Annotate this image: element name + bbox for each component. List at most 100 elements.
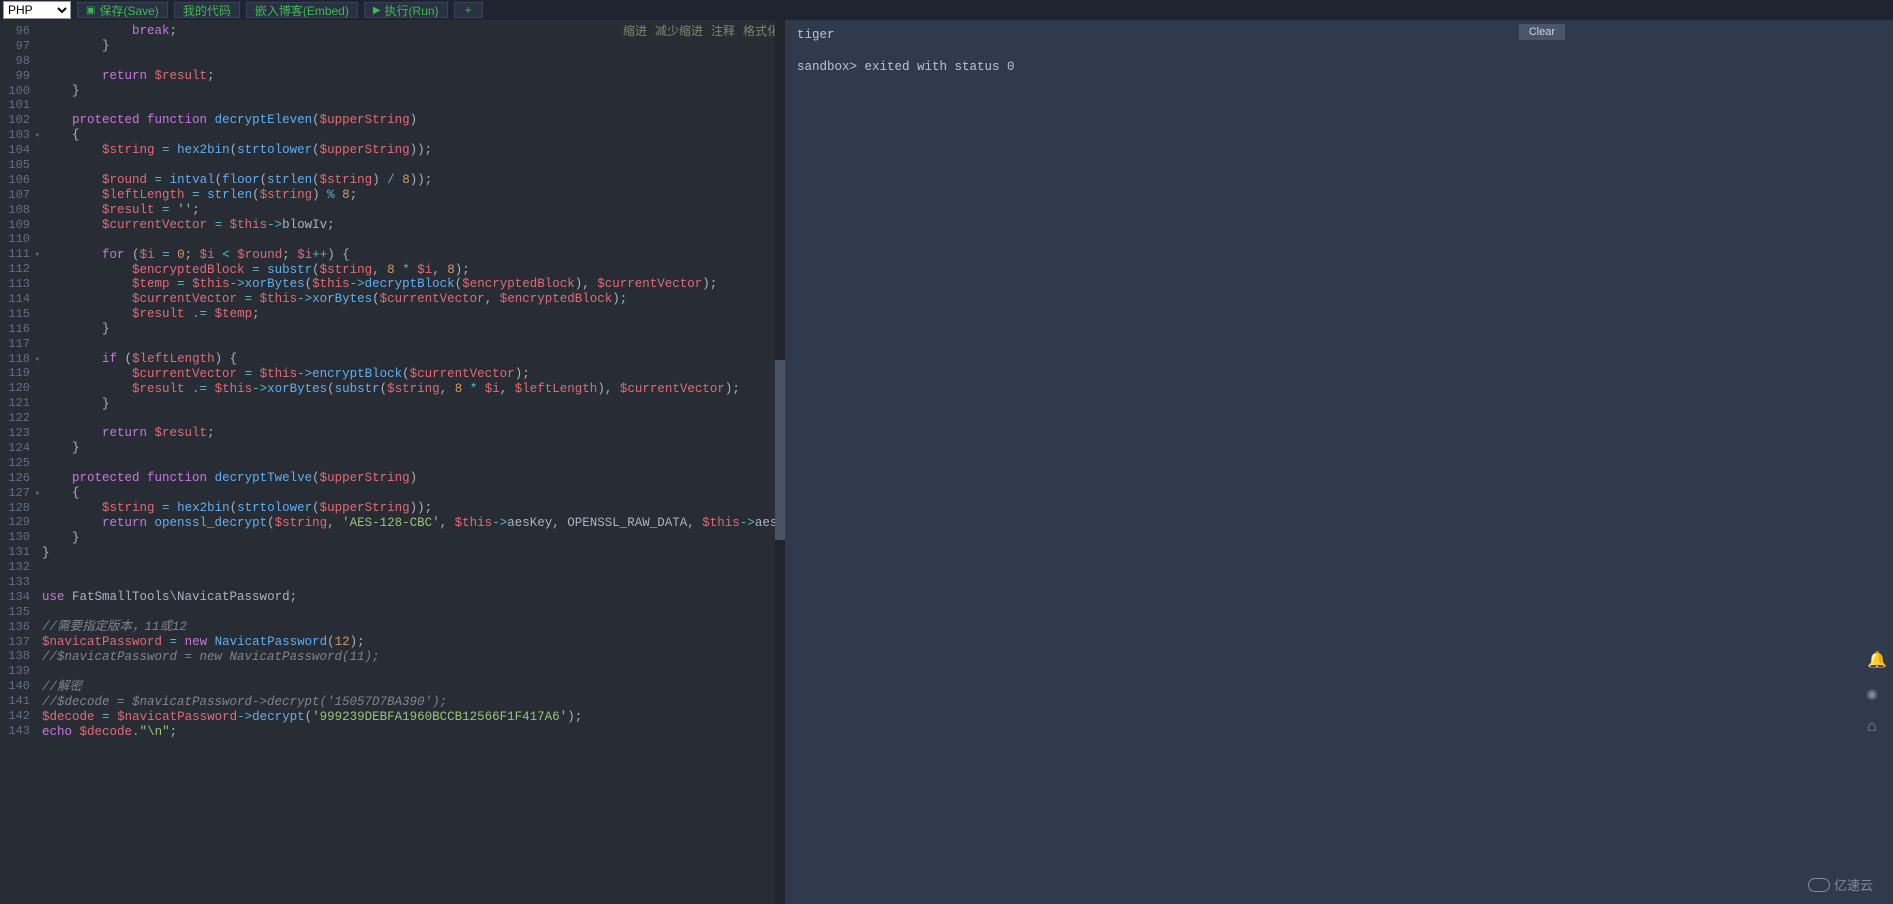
line-number: 115 xyxy=(0,307,30,322)
line-number: 105 xyxy=(0,158,30,173)
line-number: 130 xyxy=(0,530,30,545)
github-icon[interactable]: ⌂ xyxy=(1867,718,1887,736)
code-line[interactable]: //$navicatPassword = new NavicatPassword… xyxy=(42,650,785,665)
line-number: 110 xyxy=(0,232,30,247)
code-line[interactable]: } xyxy=(42,441,785,456)
line-number: 118 xyxy=(0,352,30,367)
code-line[interactable]: return $result; xyxy=(42,69,785,84)
code-line[interactable]: for ($i = 0; $i < $round; $i++) { xyxy=(42,248,785,263)
code-line[interactable]: { xyxy=(42,128,785,143)
line-number: 122 xyxy=(0,411,30,426)
hint-format[interactable]: 格式化 xyxy=(743,22,779,39)
hint-comment[interactable]: 注释 xyxy=(711,22,735,39)
side-icons: 🔔 ◉ ⌂ xyxy=(1867,650,1887,736)
code-line[interactable]: //需要指定版本，11或12 xyxy=(42,620,785,635)
code-line[interactable] xyxy=(42,576,785,591)
mycode-label: 我的代码 xyxy=(183,2,231,19)
line-number: 109 xyxy=(0,218,30,233)
code-line[interactable]: return openssl_decrypt($string, 'AES-128… xyxy=(42,516,785,531)
clear-button[interactable]: Clear xyxy=(1519,24,1565,40)
code-line[interactable]: } xyxy=(42,531,785,546)
editor-pane: 9697989910010110210310410510610710810911… xyxy=(0,20,785,904)
code-line[interactable]: $navicatPassword = new NavicatPassword(1… xyxy=(42,635,785,650)
line-number: 131 xyxy=(0,545,30,560)
code-line[interactable] xyxy=(42,412,785,427)
code-line[interactable]: $currentVector = $this->encryptBlock($cu… xyxy=(42,367,785,382)
line-number: 127 xyxy=(0,486,30,501)
editor-hints: 缩进 减少缩进 注释 格式化 xyxy=(623,22,779,39)
line-number: 139 xyxy=(0,664,30,679)
output-line-2: sandbox> exited with status 0 xyxy=(797,60,1881,74)
code-line[interactable]: $result .= $this->xorBytes(substr($strin… xyxy=(42,382,785,397)
code-line[interactable]: return $result; xyxy=(42,426,785,441)
save-button[interactable]: ▣ 保存(Save) xyxy=(77,2,168,18)
code-editor[interactable]: break; } return $result; } protected fun… xyxy=(36,20,785,904)
code-line[interactable] xyxy=(42,456,785,471)
code-line[interactable] xyxy=(42,605,785,620)
code-line[interactable]: } xyxy=(42,546,785,561)
line-number: 132 xyxy=(0,560,30,575)
code-line[interactable]: //解密 xyxy=(42,680,785,695)
code-line[interactable]: //$decode = $navicatPassword->decrypt('1… xyxy=(42,695,785,710)
code-line[interactable]: } xyxy=(42,322,785,337)
code-line[interactable]: $round = intval(floor(strlen($string) / … xyxy=(42,173,785,188)
line-number: 125 xyxy=(0,456,30,471)
code-line[interactable] xyxy=(42,337,785,352)
code-line[interactable]: protected function decryptEleven($upperS… xyxy=(42,113,785,128)
code-line[interactable] xyxy=(42,233,785,248)
code-line[interactable]: $temp = $this->xorBytes($this->decryptBl… xyxy=(42,277,785,292)
editor-scrollbar[interactable] xyxy=(775,20,785,904)
line-number: 134 xyxy=(0,590,30,605)
add-tab-button[interactable]: + xyxy=(454,2,483,18)
line-number: 101 xyxy=(0,98,30,113)
code-line[interactable] xyxy=(42,561,785,576)
code-line[interactable] xyxy=(42,54,785,69)
hint-unindent[interactable]: 减少缩进 xyxy=(655,22,703,39)
language-select[interactable]: PHP xyxy=(3,1,71,19)
line-number: 128 xyxy=(0,501,30,516)
scroll-thumb[interactable] xyxy=(775,360,785,540)
save-icon: ▣ xyxy=(86,5,95,16)
code-line[interactable]: $result .= $temp; xyxy=(42,307,785,322)
bell-icon[interactable]: 🔔 xyxy=(1867,650,1887,670)
line-number: 140 xyxy=(0,679,30,694)
line-number: 123 xyxy=(0,426,30,441)
line-number: 126 xyxy=(0,471,30,486)
line-number: 143 xyxy=(0,724,30,739)
line-number: 98 xyxy=(0,54,30,69)
line-number: 116 xyxy=(0,322,30,337)
code-line[interactable]: if ($leftLength) { xyxy=(42,352,785,367)
line-number: 112 xyxy=(0,262,30,277)
code-line[interactable]: $leftLength = strlen($string) % 8; xyxy=(42,188,785,203)
code-line[interactable] xyxy=(42,99,785,114)
code-line[interactable]: { xyxy=(42,486,785,501)
code-line[interactable]: } xyxy=(42,84,785,99)
code-line[interactable]: $string = hex2bin(strtolower($upperStrin… xyxy=(42,501,785,516)
line-number: 119 xyxy=(0,366,30,381)
mycode-button[interactable]: 我的代码 xyxy=(174,2,240,18)
watermark-icon xyxy=(1808,878,1830,892)
code-line[interactable]: $currentVector = $this->blowIv; xyxy=(42,218,785,233)
code-line[interactable]: $encryptedBlock = substr($string, 8 * $i… xyxy=(42,263,785,278)
code-line[interactable]: $result = ''; xyxy=(42,203,785,218)
hint-indent[interactable]: 缩进 xyxy=(623,22,647,39)
output-pane: Clear tiger sandbox> exited with status … xyxy=(785,20,1893,904)
code-line[interactable]: } xyxy=(42,39,785,54)
code-line[interactable]: } xyxy=(42,397,785,412)
code-line[interactable]: protected function decryptTwelve($upperS… xyxy=(42,471,785,486)
embed-button[interactable]: 嵌入博客(Embed) xyxy=(246,2,358,18)
code-line[interactable]: $string = hex2bin(strtolower($upperStrin… xyxy=(42,143,785,158)
code-line[interactable]: echo $decode."\n"; xyxy=(42,725,785,740)
embed-label: 嵌入博客(Embed) xyxy=(255,2,349,19)
line-number: 121 xyxy=(0,396,30,411)
weibo-icon[interactable]: ◉ xyxy=(1867,684,1887,704)
line-number: 138 xyxy=(0,649,30,664)
line-gutter: 9697989910010110210310410510610710810911… xyxy=(0,20,36,904)
code-line[interactable] xyxy=(42,158,785,173)
code-line[interactable]: use FatSmallTools\NavicatPassword; xyxy=(42,590,785,605)
code-line[interactable] xyxy=(42,665,785,680)
run-button[interactable]: ▶ 执行(Run) xyxy=(364,2,448,18)
line-number: 136 xyxy=(0,620,30,635)
code-line[interactable]: $currentVector = $this->xorBytes($curren… xyxy=(42,292,785,307)
code-line[interactable]: $decode = $navicatPassword->decrypt('999… xyxy=(42,710,785,725)
